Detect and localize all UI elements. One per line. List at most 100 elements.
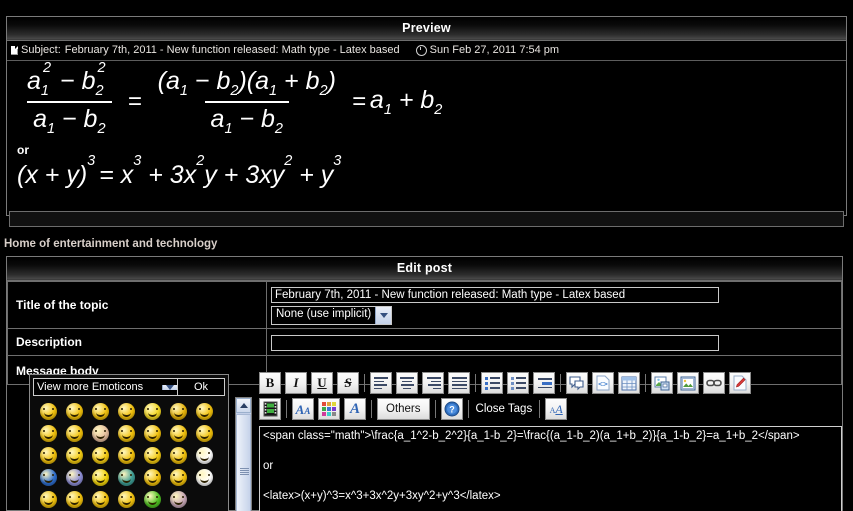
edit-post-title: Edit post <box>7 257 842 281</box>
emoticon-button[interactable] <box>143 490 161 508</box>
emoticon-button[interactable] <box>169 424 187 442</box>
emoticon-button[interactable] <box>195 424 213 442</box>
scrollbar-thumb[interactable] <box>236 414 251 511</box>
emoticon-button[interactable] <box>65 468 83 486</box>
insert-video-button[interactable] <box>259 398 281 420</box>
font-size-button[interactable]: AA <box>292 398 314 420</box>
emoticon-button[interactable] <box>117 402 135 420</box>
others-button[interactable]: Others <box>377 398 430 420</box>
chevron-down-icon[interactable] <box>162 384 177 390</box>
insert-link-button[interactable] <box>703 372 725 394</box>
toolbar-separator <box>286 400 287 418</box>
fraction-right: (a1 − b2)(a1 + b2) a1 − b2 <box>152 67 342 137</box>
font-normalize-button[interactable]: AA <box>545 398 568 420</box>
icon-select[interactable]: None (use implicit) <box>271 306 393 325</box>
rendered-formula-1: a12 − b22 a1 − b2 = (a1 − b2)(a1 + b2) a… <box>15 61 838 137</box>
equals-sign-1: = <box>127 88 142 115</box>
emoticon-button[interactable] <box>117 446 135 464</box>
quote-button[interactable] <box>566 372 588 394</box>
emoticon-select[interactable]: View more Emoticons <box>33 378 178 396</box>
emoticon-button[interactable] <box>91 490 109 508</box>
strikethrough-button[interactable]: S <box>337 372 359 394</box>
font-face-button[interactable]: A <box>344 398 366 420</box>
emoticon-button[interactable] <box>39 490 57 508</box>
underline-button[interactable]: U <box>311 372 333 394</box>
align-justify-button[interactable] <box>448 372 470 394</box>
emoticon-button[interactable] <box>195 446 213 464</box>
emoticon-button[interactable] <box>39 446 57 464</box>
emoticon-button[interactable] <box>169 468 187 486</box>
formula-result: a1 + b2 <box>369 86 443 118</box>
site-tagline: Home of entertainment and technology <box>4 238 218 250</box>
toolbar-row-1: B I U S <> <box>259 370 842 396</box>
emoticon-button[interactable] <box>169 402 187 420</box>
toolbar-separator <box>539 400 541 418</box>
emoticon-button[interactable] <box>195 468 213 486</box>
emoticon-button[interactable] <box>143 424 161 442</box>
emoticon-ok-button[interactable]: Ok <box>178 378 225 396</box>
emoticon-button[interactable] <box>143 402 161 420</box>
table-button[interactable] <box>618 372 640 394</box>
emoticon-button[interactable] <box>117 424 135 442</box>
help-button[interactable]: ? <box>440 398 463 420</box>
toolbar-separator <box>560 374 561 392</box>
indent-button[interactable] <box>533 372 555 394</box>
align-left-button[interactable] <box>370 372 392 394</box>
document-icon <box>11 46 18 55</box>
emoticon-button[interactable] <box>91 424 109 442</box>
numbered-list-button[interactable] <box>507 372 529 394</box>
emoticon-panel: View more Emoticons Ok <box>29 374 252 511</box>
emoticon-button[interactable] <box>117 490 135 508</box>
emoticon-button[interactable] <box>169 490 187 508</box>
toolbar-separator <box>371 400 372 418</box>
emoticon-button[interactable] <box>91 446 109 464</box>
align-right-button[interactable] <box>422 372 444 394</box>
emoticon-button[interactable] <box>39 468 57 486</box>
preview-subject-bar: Subject: February 7th, 2011 - New functi… <box>7 41 846 61</box>
subject-label: Subject: <box>21 44 61 56</box>
emoticon-button[interactable] <box>195 402 213 420</box>
title-row-label: Title of the topic <box>7 281 267 329</box>
emoticon-button[interactable] <box>91 468 109 486</box>
fraction-left: a12 − b22 a1 − b2 <box>21 61 118 137</box>
emoticon-button[interactable] <box>39 424 57 442</box>
toolbar-separator <box>475 374 476 392</box>
align-center-button[interactable] <box>396 372 418 394</box>
edit-pencil-button[interactable] <box>729 372 751 394</box>
close-tags-button[interactable]: Close Tags <box>476 403 533 415</box>
emoticon-button[interactable] <box>196 491 213 508</box>
topic-title-input[interactable] <box>271 287 719 303</box>
fraction-left-numerator: a12 − b22 <box>27 61 106 99</box>
title-row-field: None (use implicit) <box>266 281 842 329</box>
bold-button[interactable]: B <box>259 372 281 394</box>
emoticon-button[interactable] <box>65 490 83 508</box>
emoticon-button[interactable] <box>143 446 161 464</box>
scroll-up-icon[interactable] <box>236 398 251 413</box>
emoticon-button[interactable] <box>65 424 83 442</box>
emoticon-button[interactable] <box>91 402 109 420</box>
code-button[interactable]: <> <box>592 372 614 394</box>
forum-page: Preview Subject: February 7th, 2011 - Ne… <box>0 0 853 511</box>
preview-panel: Preview Subject: February 7th, 2011 - Ne… <box>6 16 847 227</box>
emoticon-scrollbar[interactable] <box>235 397 252 511</box>
font-color-button[interactable] <box>318 398 340 420</box>
rendered-formula-2: (x + y)3 = x3 + 3x2y + 3xy2 + y3 <box>17 152 342 189</box>
emoticon-button[interactable] <box>143 468 161 486</box>
save-image-button[interactable] <box>651 372 673 394</box>
description-input[interactable] <box>271 335 719 351</box>
toolbar-separator <box>467 400 469 418</box>
edit-post-panel: Edit post Title of the topic None (use i… <box>6 256 843 511</box>
emoticon-button[interactable] <box>65 446 83 464</box>
bullet-list-button[interactable] <box>481 372 503 394</box>
italic-button[interactable]: I <box>285 372 307 394</box>
emoticon-button[interactable] <box>117 468 135 486</box>
emoticon-header: View more Emoticons Ok <box>33 378 225 396</box>
table-row-description: Description <box>7 328 842 356</box>
toolbar-row-2: AA A Others? Close Tags AA <box>259 396 842 422</box>
message-body-textarea[interactable] <box>259 426 842 511</box>
chevron-down-icon[interactable] <box>375 307 392 324</box>
emoticon-button[interactable] <box>39 402 57 420</box>
emoticon-button[interactable] <box>169 446 187 464</box>
emoticon-button[interactable] <box>65 402 83 420</box>
insert-image-button[interactable] <box>677 372 699 394</box>
